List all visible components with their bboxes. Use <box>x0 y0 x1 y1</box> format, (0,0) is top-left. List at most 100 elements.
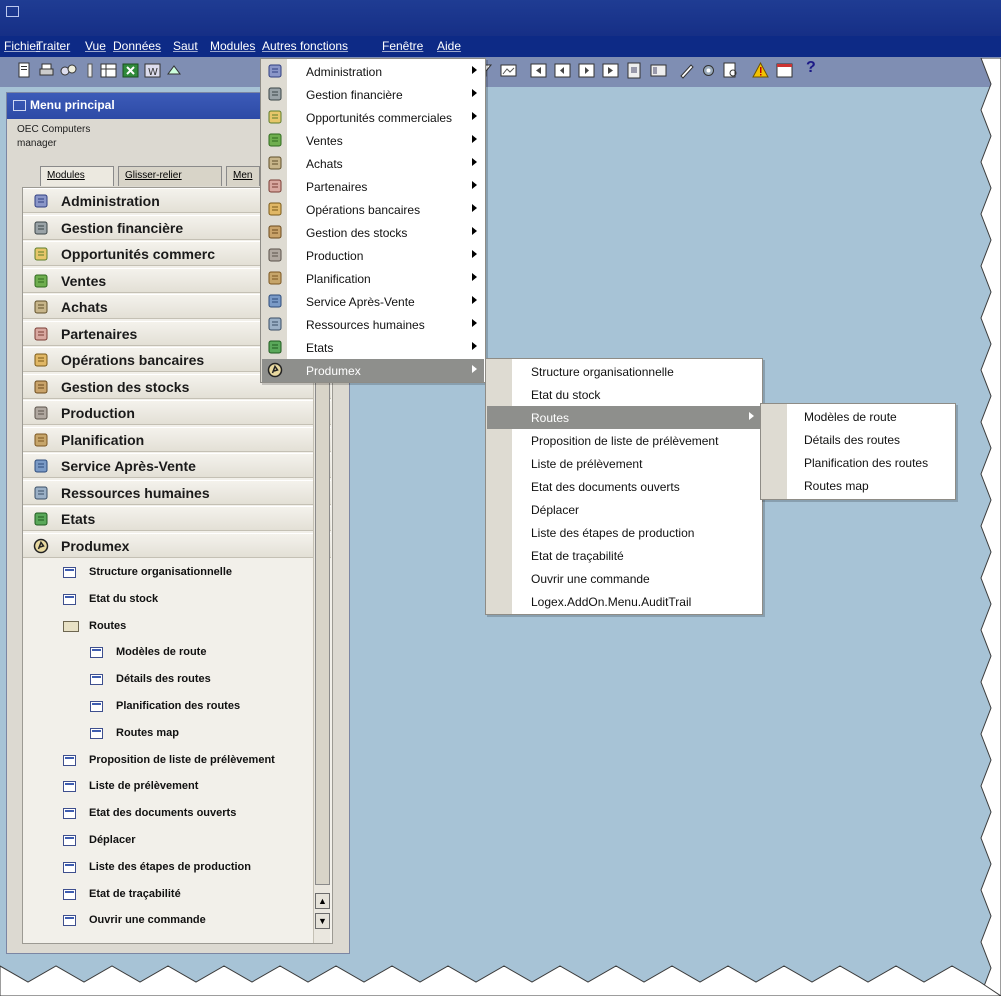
menu-fenetre[interactable]: Fenêtre <box>382 39 423 53</box>
module-button-production[interactable]: Production <box>23 400 331 425</box>
menu-fichier[interactable]: Fichier <box>4 39 40 53</box>
produmex-icon <box>33 538 49 554</box>
alert-icon[interactable] <box>752 62 769 79</box>
menu-saut[interactable]: Saut <box>173 39 198 53</box>
menu-vue[interactable]: Vue <box>85 39 106 53</box>
finance-icon-graphic <box>268 87 282 101</box>
module-button-etats[interactable]: Etats <box>23 506 331 531</box>
scroll-down-button[interactable]: ▼ <box>315 913 330 929</box>
tab-menu[interactable]: Men <box>226 166 260 186</box>
network-icon[interactable] <box>60 62 77 79</box>
menu-item-gestion-financiere[interactable]: Gestion financière <box>262 83 484 106</box>
tree-item-details-des-routes[interactable]: Détails des routes <box>24 669 314 691</box>
word-icon[interactable]: W <box>144 62 161 79</box>
tree-item-modeles-de-route[interactable]: Modèles de route <box>24 642 314 664</box>
tree-item-structure-organisationnelle[interactable]: Structure organisationnelle <box>24 562 314 584</box>
last-record-icon[interactable] <box>602 62 619 79</box>
tree-item-proposition-de-liste-de-prelevement[interactable]: Proposition de liste de prélèvement <box>24 750 314 772</box>
module-button-planification[interactable]: Planification <box>23 426 331 452</box>
menu-item-ouvrir-une-commande[interactable]: Ouvrir une commande <box>487 567 761 590</box>
tree-item-ouvrir-une-commande[interactable]: Ouvrir une commande <box>24 910 314 932</box>
administration-icon <box>267 63 283 79</box>
menu-item-planification[interactable]: Planification <box>262 267 484 290</box>
tree-item-routes-map[interactable]: Routes map <box>24 723 314 745</box>
partners-icon-graphic <box>268 179 282 193</box>
image-icon[interactable] <box>500 62 517 79</box>
reports-icon <box>267 339 283 355</box>
menu-aide[interactable]: Aide <box>437 39 461 53</box>
tree-item-etat-du-stock[interactable]: Etat du stock <box>24 589 314 611</box>
form-icon <box>90 647 103 659</box>
menu-item-service-apres-vente[interactable]: Service Après-Vente <box>262 290 484 313</box>
sales-icon <box>33 273 49 289</box>
menu-item-modeles-de-route[interactable]: Modèles de route <box>762 405 954 428</box>
menu-item-label: Ouvrir une commande <box>531 572 650 586</box>
menu-item-ressources-humaines[interactable]: Ressources humaines <box>262 313 484 336</box>
menu-item-details-des-routes[interactable]: Détails des routes <box>762 428 954 451</box>
company-name: OEC Computers <box>17 124 91 135</box>
tree-item-etat-de-tracabilite[interactable]: Etat de traçabilité <box>24 884 314 906</box>
menu-item-etat-de-tracabilite[interactable]: Etat de traçabilité <box>487 544 761 567</box>
tree-item-liste-de-prelevement[interactable]: Liste de prélèvement <box>24 776 314 798</box>
menu-item-planification-des-routes[interactable]: Planification des routes <box>762 451 954 474</box>
menu-item-ventes[interactable]: Ventes <box>262 129 484 152</box>
previous-record-icon[interactable] <box>554 62 571 79</box>
menu-item-proposition-de-liste-de-prelevement[interactable]: Proposition de liste de prélèvement <box>487 429 761 452</box>
menu-autres-fonctions[interactable]: Autres fonctions <box>262 39 348 53</box>
menu-item-liste-de-prelevement[interactable]: Liste de prélèvement <box>487 452 761 475</box>
help-icon[interactable]: ? <box>806 59 816 77</box>
module-button-produmex[interactable]: Produmex <box>23 532 331 558</box>
scroll-up-button[interactable]: ▲ <box>315 893 330 909</box>
module-label: Produmex <box>61 537 130 554</box>
menu-item-deplacer[interactable]: Déplacer <box>487 498 761 521</box>
hr-icon <box>33 485 49 501</box>
menu-item-etats[interactable]: Etats <box>262 336 484 359</box>
menu-item-operations-bancaires[interactable]: Opérations bancaires <box>262 198 484 221</box>
menu-item-routes-map[interactable]: Routes map <box>762 474 954 497</box>
menu-item-logex-addon-menu-audittrail[interactable]: Logex.AddOn.Menu.AuditTrail <box>487 590 761 613</box>
menu-item-label: Modèles de route <box>804 410 897 424</box>
menu-item-label: Liste de prélèvement <box>531 457 643 471</box>
tree-item-liste-des-etapes-de-production[interactable]: Liste des étapes de production <box>24 857 314 879</box>
menu-item-opportunites-commerciales[interactable]: Opportunités commerciales <box>262 106 484 129</box>
tree-item-deplacer[interactable]: Déplacer <box>24 830 314 852</box>
tree-item-etat-des-documents-ouverts[interactable]: Etat des documents ouverts <box>24 803 314 825</box>
scrollbar-thumb[interactable] <box>315 345 330 885</box>
tree-item-planification-des-routes[interactable]: Planification des routes <box>24 696 314 718</box>
menu-item-partenaires[interactable]: Partenaires <box>262 175 484 198</box>
menu-donnees[interactable]: Données <box>113 39 161 53</box>
new-document-icon[interactable] <box>16 62 33 79</box>
menu-item-production[interactable]: Production <box>262 244 484 267</box>
module-button-ressources-humaines[interactable]: Ressources humaines <box>23 479 331 505</box>
menu-item-etat-des-documents-ouverts[interactable]: Etat des documents ouverts <box>487 475 761 498</box>
menu-item-achats[interactable]: Achats <box>262 152 484 175</box>
menu-item-structure-organisationnelle[interactable]: Structure organisationnelle <box>487 360 761 383</box>
print-icon[interactable] <box>38 62 55 79</box>
pen-icon[interactable] <box>678 62 695 79</box>
target-document-icon[interactable] <box>650 62 667 79</box>
menu-item-gestion-des-stocks[interactable]: Gestion des stocks <box>262 221 484 244</box>
first-record-icon[interactable] <box>530 62 547 79</box>
send-icon[interactable] <box>166 62 183 79</box>
menu-item-routes[interactable]: Routes <box>487 406 761 429</box>
table-icon[interactable] <box>100 62 117 79</box>
menu-traiter[interactable]: Traiter <box>36 39 70 53</box>
tab-glisser-relier[interactable]: Glisser-relier <box>118 166 222 186</box>
module-button-service-apres-vente[interactable]: Service Après-Vente <box>23 453 331 478</box>
calendar-icon[interactable] <box>776 62 793 79</box>
menu-item-etat-du-stock[interactable]: Etat du stock <box>487 383 761 406</box>
menu-modules[interactable]: Modules <box>210 39 255 53</box>
menu-item-administration[interactable]: Administration <box>262 60 484 83</box>
report-icon[interactable] <box>722 62 739 79</box>
tree-item-routes[interactable]: Routes <box>24 616 314 638</box>
menu-item-liste-des-etapes-de-production[interactable]: Liste des étapes de production <box>487 521 761 544</box>
menu-item-produmex[interactable]: Produmex <box>262 359 484 382</box>
menu-item-label: Gestion des stocks <box>306 226 408 240</box>
excel-icon[interactable] <box>122 62 139 79</box>
module-list-scrollbar[interactable]: ▲ ▼ <box>313 345 330 943</box>
tab-modules[interactable]: Modules <box>40 166 114 186</box>
menu-item-label: Etat des documents ouverts <box>531 480 680 494</box>
next-record-icon[interactable] <box>578 62 595 79</box>
base-document-icon[interactable] <box>626 62 643 79</box>
settings-icon[interactable] <box>700 62 717 79</box>
